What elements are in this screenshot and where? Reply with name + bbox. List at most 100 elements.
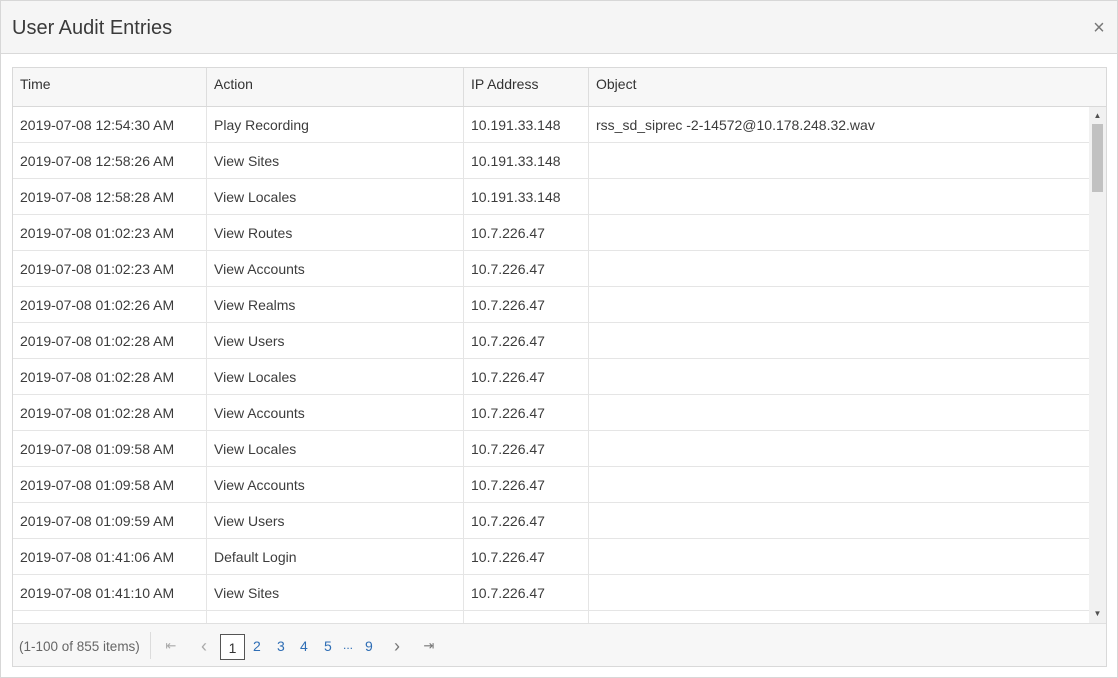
cell-ip-address: 10.7.226.47 xyxy=(464,215,589,251)
cell-time: 2019-07-08 01:02:28 AM xyxy=(13,395,207,431)
cell-ip-address: 10.7.226.47 xyxy=(464,359,589,395)
cell-object xyxy=(589,539,1089,575)
pager-divider xyxy=(150,632,151,659)
cell-action: View Locales xyxy=(207,179,464,215)
pager: (1-100 of 855 items) ⇤ ‹ 1 2 3 4 5 ... 9… xyxy=(13,623,1106,666)
cell-time: 2019-07-08 01:02:28 AM xyxy=(13,359,207,395)
cell-time: 2019-07-08 01:02:26 AM xyxy=(13,287,207,323)
cell-object xyxy=(589,143,1089,179)
cell-object xyxy=(589,323,1089,359)
cell-action: View Users xyxy=(207,503,464,539)
cell-time: 2019-07-08 01:02:23 AM xyxy=(13,215,207,251)
column-header-time[interactable]: Time xyxy=(13,68,207,106)
cell-ip-address: 10.7.226.47 xyxy=(464,503,589,539)
table-row[interactable] xyxy=(13,611,1089,623)
dialog-title: User Audit Entries xyxy=(12,17,173,39)
cell-action: View Accounts xyxy=(207,395,464,431)
dialog-titlebar: User Audit Entries × xyxy=(1,1,1117,54)
cell-time: 2019-07-08 12:58:28 AM xyxy=(13,179,207,215)
page-link-3[interactable]: 3 xyxy=(277,638,285,654)
cell-time: 2019-07-08 01:41:10 AM xyxy=(13,575,207,611)
cell-action: Play Recording xyxy=(207,107,464,143)
cell-ip-address: 10.7.226.47 xyxy=(464,539,589,575)
page-link-2[interactable]: 2 xyxy=(253,638,261,654)
table-row[interactable]: 2019-07-08 12:58:26 AM View Sites 10.191.3… xyxy=(13,143,1089,179)
table-row[interactable]: 2019-07-08 12:58:28 AM View Locales 10.191… xyxy=(13,179,1089,215)
page-ellipsis[interactable]: ... xyxy=(343,638,353,652)
cell-ip-address: 10.7.226.47 xyxy=(464,467,589,503)
cell-object: rss_sd_siprec -2-14572@10.178.248.32.wav xyxy=(596,117,875,133)
cell-action: View Realms xyxy=(207,287,464,323)
table-row[interactable]: 2019-07-08 01:09:58 AM View Accounts 10.7.… xyxy=(13,467,1089,503)
cell-ip-address: 10.7.226.47 xyxy=(464,431,589,467)
cell-time: 2019-07-08 01:09:58 AM xyxy=(13,467,207,503)
table-row[interactable]: 2019-07-08 01:09:59 AM View Users 10.7.226… xyxy=(13,503,1089,539)
table-row[interactable]: 2019-07-08 12:54:30 AM Play Recording 10.1… xyxy=(13,107,1089,143)
first-page-icon[interactable]: ⇤ xyxy=(163,636,179,656)
grid-body: 2019-07-08 12:54:30 AM Play Recording 10.1… xyxy=(13,107,1089,623)
cell-ip-address: 10.7.226.47 xyxy=(464,323,589,359)
vertical-scrollbar[interactable]: ▲ ▼ xyxy=(1089,107,1106,623)
table-row[interactable]: 2019-07-08 01:02:28 AM View Locales 10.7.2… xyxy=(13,359,1089,395)
page-link-5[interactable]: 5 xyxy=(324,638,332,654)
close-icon[interactable]: × xyxy=(1091,18,1107,38)
grid-header: Time Action IP Address Object xyxy=(13,68,1106,107)
cell-object xyxy=(589,467,1089,503)
cell-object xyxy=(589,215,1089,251)
scroll-up-icon[interactable]: ▲ xyxy=(1089,109,1106,123)
cell-action: Default Login xyxy=(207,539,464,575)
cell-object xyxy=(589,251,1089,287)
cell-action: View Sites xyxy=(207,575,464,611)
cell-object xyxy=(589,575,1089,611)
pager-info: (1-100 of 855 items) xyxy=(19,639,140,654)
table-row[interactable]: 2019-07-08 01:41:10 AM View Sites 10.7.226… xyxy=(13,575,1089,611)
cell-time: 2019-07-08 01:02:28 AM xyxy=(13,323,207,359)
table-row[interactable]: 2019-07-08 01:02:23 AM View Routes 10.7.22… xyxy=(13,215,1089,251)
next-page-icon[interactable]: › xyxy=(390,636,404,656)
scroll-down-icon[interactable]: ▼ xyxy=(1089,607,1106,621)
cell-object xyxy=(589,611,1089,623)
current-page[interactable]: 1 xyxy=(220,634,245,660)
cell-time xyxy=(13,611,207,623)
column-header-ip-address[interactable]: IP Address xyxy=(464,68,589,106)
cell-action: View Accounts xyxy=(207,251,464,287)
cell-time: 2019-07-08 01:02:23 AM xyxy=(13,251,207,287)
cell-ip-address: 10.7.226.47 xyxy=(464,287,589,323)
cell-ip-address: 10.7.226.47 xyxy=(464,395,589,431)
table-row[interactable]: 2019-07-08 01:09:58 AM View Locales 10.7.2… xyxy=(13,431,1089,467)
cell-ip-address: 10.7.226.47 xyxy=(464,251,589,287)
scrollbar-thumb[interactable] xyxy=(1092,124,1103,192)
table-row[interactable]: 2019-07-08 01:02:28 AM View Users 10.7.226… xyxy=(13,323,1089,359)
cell-action: View Locales xyxy=(207,431,464,467)
cell-action: View Routes xyxy=(207,215,464,251)
cell-time: 2019-07-08 12:54:30 AM xyxy=(13,107,207,143)
cell-object xyxy=(589,503,1089,539)
column-header-object[interactable]: Object xyxy=(589,68,1106,106)
cell-action: View Accounts xyxy=(207,467,464,503)
cell-ip-address: 10.191.33.148 xyxy=(464,107,589,143)
page-link-4[interactable]: 4 xyxy=(300,638,308,654)
cell-object xyxy=(589,431,1089,467)
table-row[interactable]: 2019-07-08 01:02:23 AM View Accounts 10.7.… xyxy=(13,251,1089,287)
last-page-icon[interactable]: ⇥ xyxy=(421,636,437,656)
cell-ip-address: 10.191.33.148 xyxy=(464,143,589,179)
cell-action xyxy=(207,611,464,623)
cell-action: View Users xyxy=(207,323,464,359)
audit-grid: Time Action IP Address Object 2019-07-08… xyxy=(12,67,1107,667)
cell-object xyxy=(589,287,1089,323)
page-link-last[interactable]: 9 xyxy=(365,638,373,654)
previous-page-icon[interactable]: ‹ xyxy=(197,636,211,656)
column-header-action[interactable]: Action xyxy=(207,68,464,106)
table-row[interactable]: 2019-07-08 01:02:26 AM View Realms 10.7.22… xyxy=(13,287,1089,323)
cell-time: 2019-07-08 01:09:58 AM xyxy=(13,431,207,467)
cell-time: 2019-07-08 01:09:59 AM xyxy=(13,503,207,539)
cell-time: 2019-07-08 01:41:06 AM xyxy=(13,539,207,575)
cell-object xyxy=(589,179,1089,215)
cell-ip-address xyxy=(464,611,589,623)
cell-time: 2019-07-08 12:58:26 AM xyxy=(13,143,207,179)
audit-dialog: User Audit Entries × Time Action IP Addr… xyxy=(0,0,1118,678)
cell-ip-address: 10.7.226.47 xyxy=(464,575,589,611)
table-row[interactable]: 2019-07-08 01:02:28 AM View Accounts 10.7.… xyxy=(13,395,1089,431)
cell-action: View Sites xyxy=(207,143,464,179)
table-row[interactable]: 2019-07-08 01:41:06 AM Default Login 10.7.… xyxy=(13,539,1089,575)
